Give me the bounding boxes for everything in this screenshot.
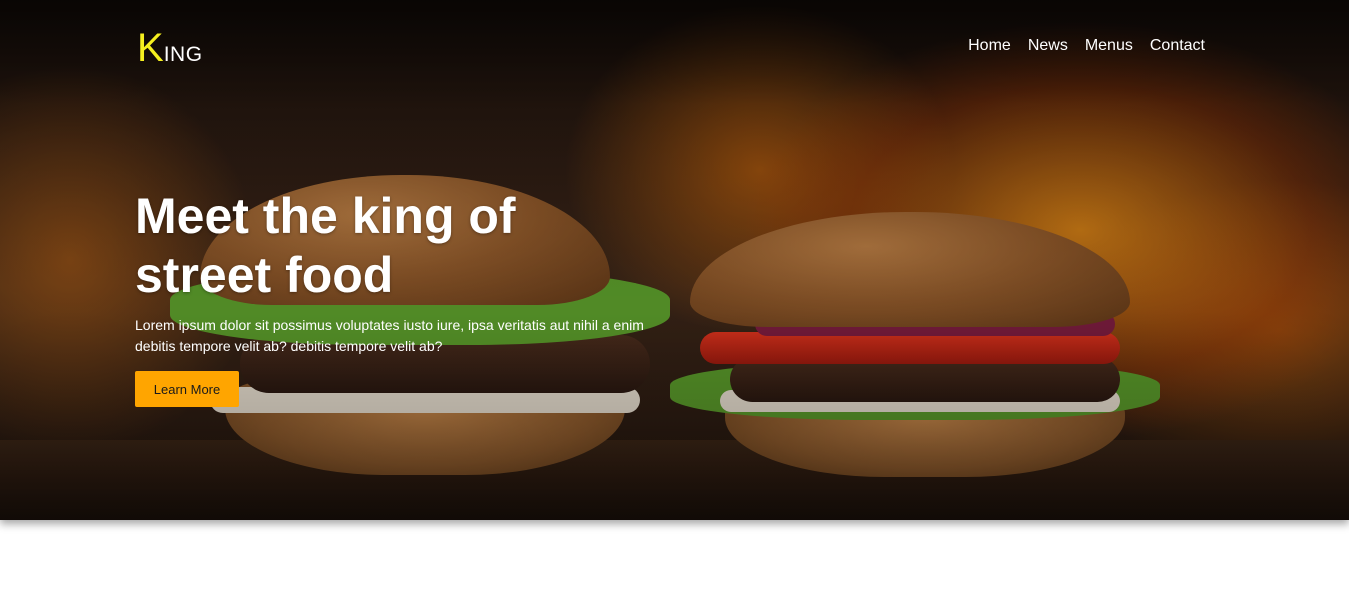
nav-menus-link[interactable]: Menus (1085, 36, 1133, 56)
hero-section: K ING Home News Menus Contact Meet the k… (0, 0, 1349, 520)
nav-home-link[interactable]: Home (968, 36, 1011, 56)
brand-logo[interactable]: K ING (137, 28, 203, 68)
logo-initial: K (137, 26, 164, 70)
hero-title: Meet the king of street food (135, 187, 615, 305)
hero-title-line2: street food (135, 247, 394, 303)
learn-more-button[interactable]: Learn More (135, 371, 239, 407)
nav-news-link[interactable]: News (1028, 36, 1068, 56)
hero-title-line1: Meet the king of (135, 188, 516, 244)
logo-text: ING (163, 43, 203, 66)
hero-description: Lorem ipsum dolor sit possimus voluptate… (135, 317, 644, 354)
nav-contact-link[interactable]: Contact (1150, 36, 1205, 56)
main-nav: Home News Menus Contact (968, 36, 1205, 56)
